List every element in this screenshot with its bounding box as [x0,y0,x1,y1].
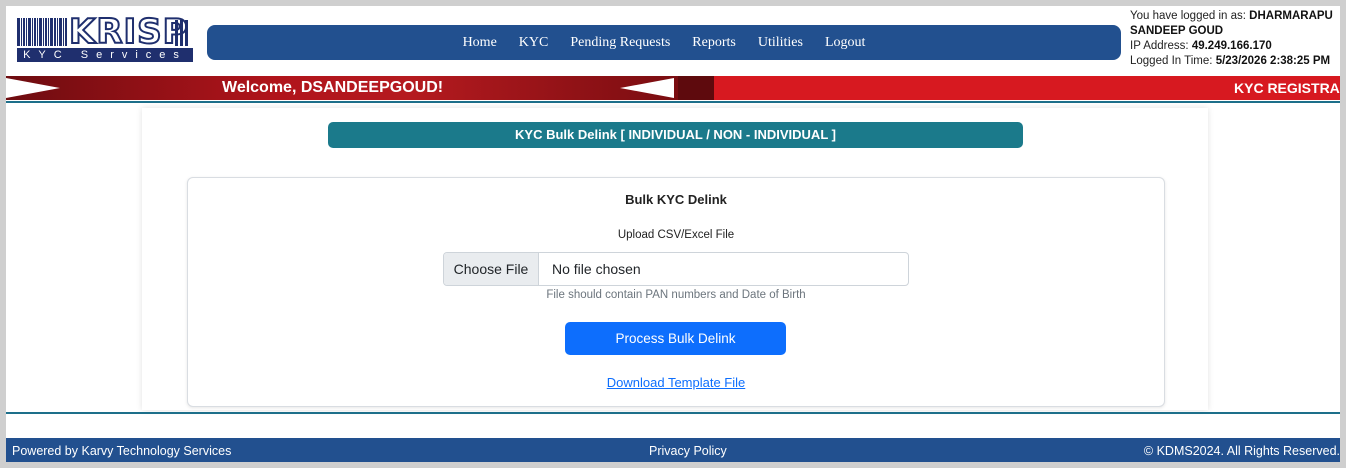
welcome-banner: Welcome, DSANDEEPGOUD! KYC REGISTRA [6,76,1346,100]
logo-brand: KRISP [68,11,189,53]
nav-reports[interactable]: Reports [692,35,736,51]
time-label: Logged In Time: [1130,55,1213,67]
nav-kyc[interactable]: KYC [519,35,549,51]
main-nav: Home KYC Pending Requests Reports Utilit… [207,25,1121,60]
banner-divider [6,101,1346,103]
page-title: KYC Bulk Delink [ INDIVIDUAL / NON - IND… [328,122,1023,148]
privacy-policy-link[interactable]: Privacy Policy [649,438,727,464]
nav-utilities[interactable]: Utilities [758,35,803,51]
ip-label: IP Address: [1130,40,1189,52]
file-status: No file chosen [552,261,641,277]
choose-file-button[interactable]: Choose File [444,253,539,285]
footer-copyright: © KDMS2024. All Rights Reserved. [1143,444,1340,458]
login-time: 5/23/2026 2:38:25 PM [1215,55,1331,67]
login-info: You have logged in as: DHARMARAPU SANDEE… [1130,9,1342,69]
footer-powered-by: Powered by Karvy Technology Services [12,444,232,458]
ip-address: 49.249.166.170 [1191,40,1272,52]
banner-arrow-right [620,78,674,98]
content-divider [6,412,1346,414]
nav-pending-requests[interactable]: Pending Requests [570,35,670,51]
krisp-logo: KRISP KYC Services [17,11,197,64]
marquee-text: KYC REGISTRA [1234,80,1340,96]
file-upload-input[interactable]: Choose File No file chosen [443,252,909,286]
login-prefix: You have logged in as: [1130,10,1246,22]
card-title: Bulk KYC Delink [625,192,727,207]
file-help-text: File should contain PAN numbers and Date… [546,289,806,301]
process-bulk-delink-button[interactable]: Process Bulk Delink [565,322,786,355]
nav-logout[interactable]: Logout [825,35,865,51]
footer: Powered by Karvy Technology Services Pri… [6,438,1346,464]
download-template-link[interactable]: Download Template File [187,375,1165,390]
barcode-graphic [17,18,69,46]
welcome-text: Welcome, DSANDEEPGOUD! [222,79,444,96]
logo-bars [175,20,188,46]
nav-home[interactable]: Home [463,35,497,51]
banner-arrow-left [6,78,60,98]
upload-label: Upload CSV/Excel File [617,229,735,241]
logo-tagline: KYC Services [17,48,193,62]
